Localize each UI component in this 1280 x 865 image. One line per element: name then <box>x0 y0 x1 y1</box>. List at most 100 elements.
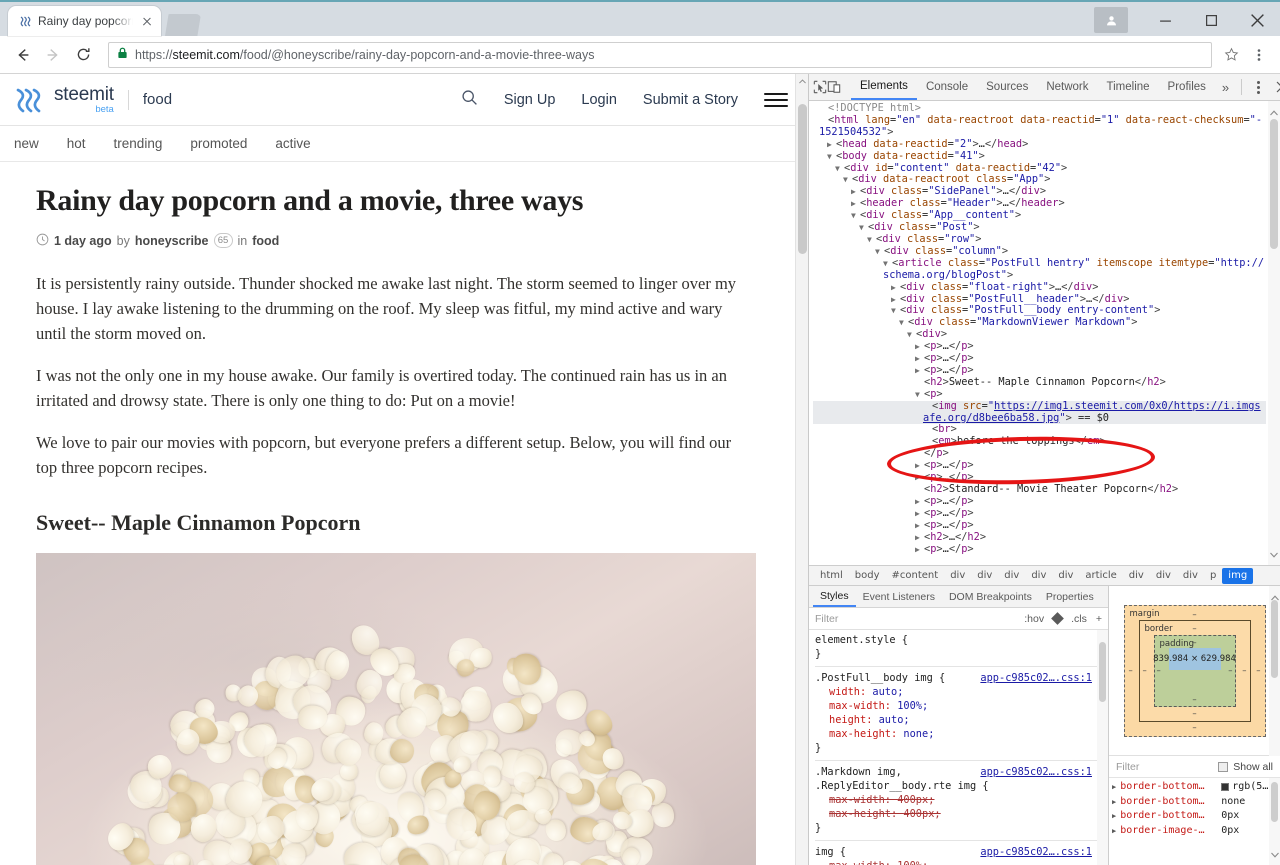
star-icon[interactable] <box>1218 42 1244 68</box>
computed-filter-input[interactable]: Filter <box>1116 761 1139 773</box>
disclosure-triangle-icon[interactable]: ▶ <box>891 282 900 294</box>
computed-property-row[interactable]: ▶ border-bottom… 0px <box>1109 809 1280 824</box>
computed-property-row[interactable]: ▶ border-bottom… none <box>1109 795 1280 810</box>
disclosure-triangle-icon[interactable]: ▼ <box>915 389 924 401</box>
dom-node-selected[interactable]: <img src="https://img1.steemit.com/0x0/h… <box>813 400 1266 425</box>
disclosure-triangle-icon[interactable]: ▶ <box>891 294 900 306</box>
styles-filter-input[interactable]: Filter <box>815 613 838 625</box>
tab-properties[interactable]: Properties <box>1039 586 1101 607</box>
disclosure-triangle-icon[interactable]: ▼ <box>859 222 868 234</box>
breadcrumb-item-html[interactable]: html <box>814 568 849 584</box>
computed-property-row[interactable]: ▶ border-image-… 0px <box>1109 824 1280 839</box>
inspect-element-icon[interactable] <box>813 74 827 100</box>
disclosure-triangle-icon[interactable]: ▼ <box>827 151 836 163</box>
dom-node[interactable]: ▶ <p>…</p> <box>813 543 1266 556</box>
css-selector-cont[interactable]: .ReplyEditor__body.rte img { <box>815 779 1108 793</box>
more-tabs-icon[interactable]: » <box>1215 80 1236 95</box>
disclosure-triangle-icon[interactable]: ▶ <box>915 353 924 365</box>
sign-up-link[interactable]: Sign Up <box>504 92 556 108</box>
disclosure-triangle-icon[interactable]: ▶ <box>915 472 924 484</box>
css-declaration[interactable]: max-height: 400px; <box>815 807 1108 821</box>
css-declaration[interactable]: max-width: 100%; <box>815 859 1108 865</box>
tab-sources[interactable]: Sources <box>977 74 1037 100</box>
post-author[interactable]: honeyscribe <box>135 234 209 248</box>
disclosure-triangle-icon[interactable]: ▼ <box>899 317 908 329</box>
tab-styles[interactable]: Styles <box>813 586 856 607</box>
dom-node[interactable]: <em>before the toppings</em> <box>813 435 1266 448</box>
minimize-icon[interactable] <box>1142 2 1188 38</box>
disclosure-triangle-icon[interactable]: ▶ <box>1112 809 1116 824</box>
breadcrumb-item-p[interactable]: p <box>1204 568 1222 584</box>
breadcrumb-item-div[interactable]: div <box>1025 568 1052 584</box>
dom-node[interactable]: <h2>Standard-- Movie Theater Popcorn</h2… <box>813 483 1266 496</box>
maximize-icon[interactable] <box>1188 2 1234 38</box>
breadcrumb-item-div[interactable]: div <box>1150 568 1177 584</box>
page-scrollbar-thumb[interactable] <box>798 104 807 254</box>
login-link[interactable]: Login <box>581 92 616 108</box>
disclosure-triangle-icon[interactable]: ▶ <box>827 139 836 151</box>
css-rule[interactable]: element.style {} <box>815 633 1108 663</box>
disclosure-triangle-icon[interactable]: ▶ <box>915 341 924 353</box>
close-window-icon[interactable] <box>1234 2 1280 38</box>
hamburger-menu-icon[interactable] <box>764 92 788 107</box>
tab-event-listeners[interactable]: Event Listeners <box>856 586 942 607</box>
tab-network[interactable]: Network <box>1037 74 1097 100</box>
post-tag[interactable]: food <box>252 234 279 248</box>
subnav-item-trending[interactable]: trending <box>114 136 163 151</box>
back-arrow-icon[interactable] <box>8 40 38 70</box>
css-declaration[interactable]: max-width: 100%; <box>815 699 1108 713</box>
disclosure-triangle-icon[interactable]: ▶ <box>851 186 860 198</box>
dom-node[interactable]: ▶ <p>…</p> <box>813 340 1266 353</box>
css-selector[interactable]: element.style { <box>815 633 908 647</box>
disclosure-triangle-icon[interactable]: ▼ <box>891 305 900 317</box>
dom-node[interactable]: ▼ <div class="row"> <box>813 233 1266 246</box>
hov-toggle[interactable]: :hov <box>1024 613 1044 625</box>
tab-profiles[interactable]: Profiles <box>1159 74 1215 100</box>
show-all-toggle[interactable]: Show all <box>1218 761 1273 773</box>
rules-scrollbar-thumb[interactable] <box>1099 642 1106 702</box>
computed-list-scrollbar[interactable] <box>1269 778 1280 865</box>
reload-icon[interactable] <box>68 40 98 70</box>
dom-tree[interactable]: <!DOCTYPE html> <html lang="en" data-reac… <box>809 101 1280 555</box>
css-declaration[interactable]: height: auto; <box>815 713 1108 727</box>
computed-list-scrollbar-thumb[interactable] <box>1271 782 1278 822</box>
browser-tab[interactable]: Rainy day popcorn <box>8 6 161 36</box>
computed-scrollbar[interactable] <box>1269 586 1280 756</box>
breadcrumb[interactable]: html body #content div div div div div article di… <box>809 565 1280 585</box>
disclosure-triangle-icon[interactable]: ▶ <box>851 198 860 210</box>
disclosure-triangle-icon[interactable]: ▼ <box>835 163 844 175</box>
computed-property-row[interactable]: ▶ border-bottom… rgb(5… <box>1109 780 1280 795</box>
disclosure-triangle-icon[interactable]: ▶ <box>915 520 924 532</box>
css-rule[interactable]: .Markdown img, app-c985c02….css:1 .ReplyEd… <box>815 760 1108 837</box>
disclosure-triangle-icon[interactable]: ▼ <box>867 234 876 246</box>
dom-tree-container[interactable]: <!DOCTYPE html> <html lang="en" data-reac… <box>809 101 1280 565</box>
new-style-rule-button[interactable]: + <box>1096 613 1102 625</box>
close-icon[interactable] <box>139 13 155 29</box>
submit-story-link[interactable]: Submit a Story <box>643 92 738 108</box>
box-model-content-size[interactable]: 839.984 × 629.984 <box>1153 647 1236 670</box>
disclosure-triangle-icon[interactable]: ▶ <box>915 496 924 508</box>
css-declaration[interactable]: max-width: 400px; <box>815 793 1108 807</box>
disclosure-triangle-icon[interactable]: ▶ <box>915 460 924 472</box>
dom-scrollbar-thumb[interactable] <box>1270 119 1278 249</box>
steemit-logo[interactable]: steemit beta <box>14 85 114 115</box>
dom-scrollbar[interactable] <box>1268 101 1280 565</box>
dom-node[interactable]: </p> <box>813 447 1266 460</box>
breadcrumb-item-div[interactable]: div <box>998 568 1025 584</box>
cls-toggle[interactable]: .cls <box>1071 613 1087 625</box>
disclosure-triangle-icon[interactable]: ▶ <box>1112 780 1116 795</box>
breadcrumb-item-div[interactable]: div <box>1052 568 1079 584</box>
breadcrumb-item-div[interactable]: div <box>971 568 998 584</box>
css-source-link[interactable]: app-c985c02….css:1 <box>980 845 1092 859</box>
devtools-menu-icon[interactable] <box>1247 74 1269 100</box>
css-declaration[interactable]: max-height: none; <box>815 727 1108 741</box>
disclosure-triangle-icon[interactable]: ▼ <box>907 329 916 341</box>
disclosure-triangle-icon[interactable]: ▶ <box>915 532 924 544</box>
scroll-up-arrow-icon[interactable] <box>796 74 808 88</box>
dom-node[interactable]: ▶ <p>…</p> <box>813 495 1266 508</box>
css-source-link[interactable]: app-c985c02….css:1 <box>980 765 1092 779</box>
address-bar[interactable]: https://steemit.com/food/@honeyscribe/ra… <box>108 41 1212 68</box>
css-selector[interactable]: img { <box>815 845 846 859</box>
kebab-menu-icon[interactable] <box>1246 42 1272 68</box>
dom-node[interactable]: ▼ <article class="PostFull hentry" itemsc… <box>813 257 1266 282</box>
